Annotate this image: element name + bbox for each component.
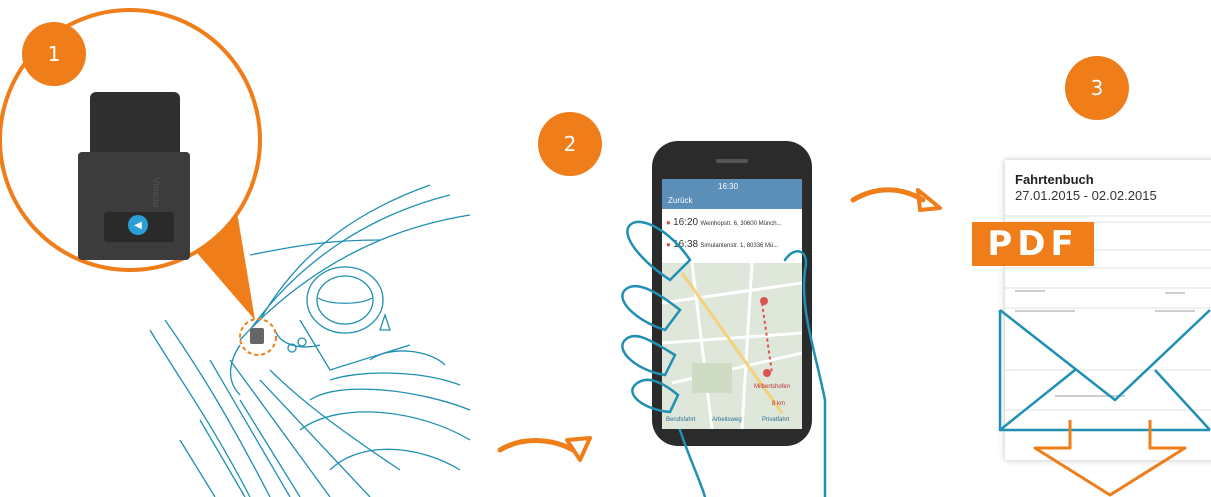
device-brand: Vimcar — [149, 177, 161, 208]
status-time: 16:30 — [718, 182, 739, 191]
step-badge-3: 3 — [1065, 56, 1129, 120]
step-badge-2: 2 — [538, 112, 602, 176]
phone-speaker — [716, 159, 748, 163]
obd-device: Vimcar ◀ — [78, 92, 190, 262]
arrow-down-icon — [1033, 420, 1187, 497]
logbook-title: Fahrtenbuch — [1015, 172, 1094, 187]
arrow-right-icon — [497, 436, 592, 462]
pdf-format-tag: PDF — [972, 222, 1094, 266]
step-badge-1: 1 — [22, 22, 86, 86]
arrow-right-icon — [850, 187, 942, 212]
logbook-date-range: 27.01.2015 - 02.02.2015 — [1015, 188, 1157, 203]
device-button-icon: ◀ — [128, 215, 148, 235]
hand-icon — [621, 220, 827, 497]
